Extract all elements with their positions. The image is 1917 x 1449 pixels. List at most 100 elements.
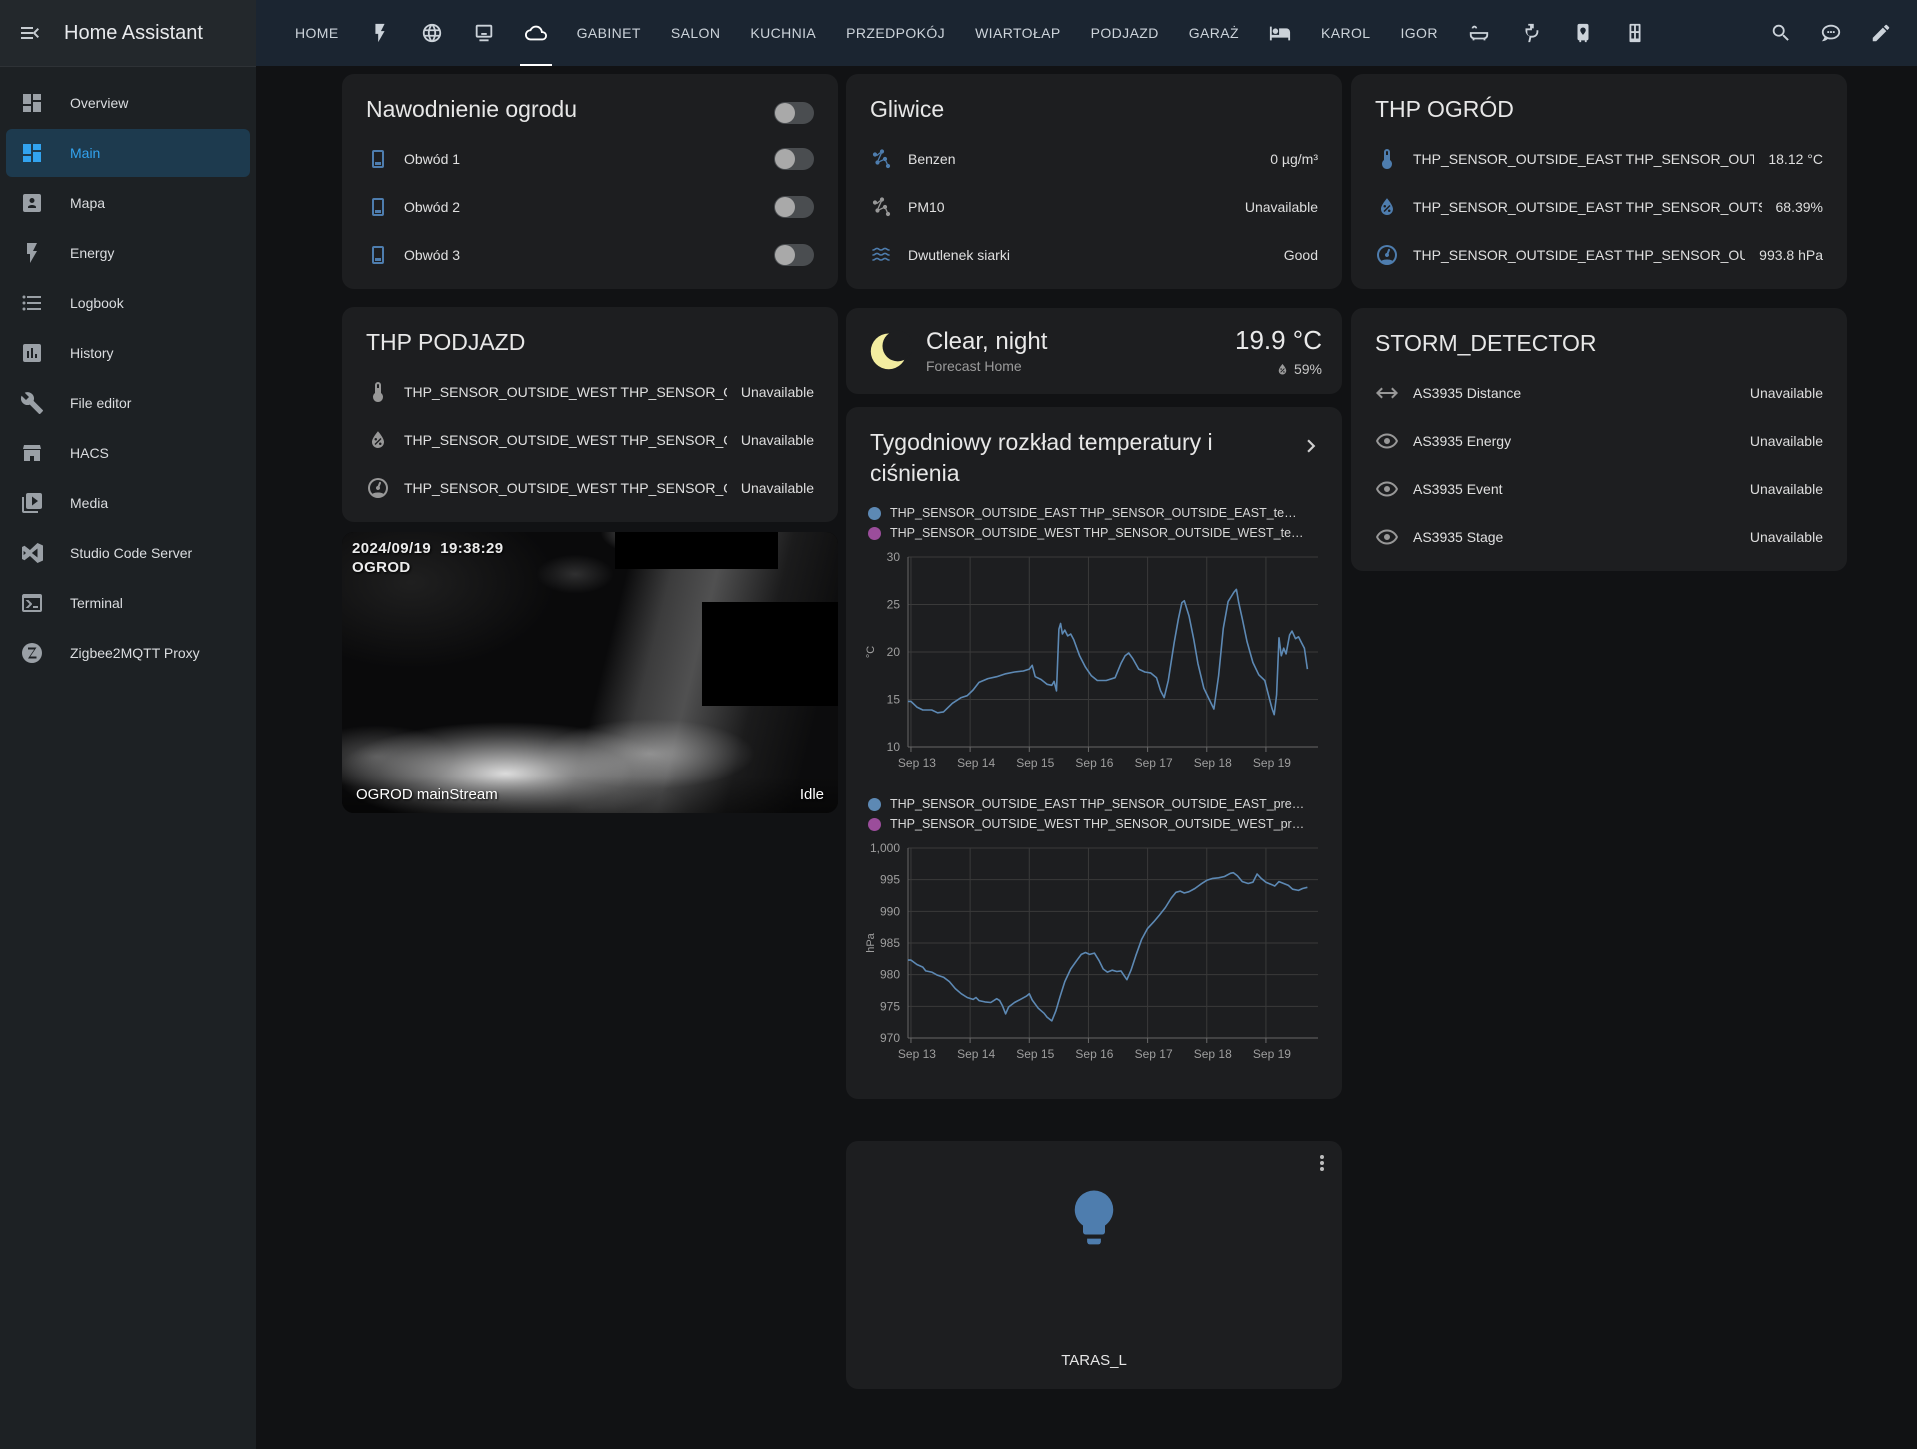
entity-row[interactable]: THP_SENSOR_OUTSIDE_EAST THP_SENSOR_OUTS……: [1367, 231, 1831, 279]
card-storm-detector: STORM_DETECTOR AS3935 DistanceUnavailabl…: [1351, 308, 1847, 571]
map-account-icon: [20, 191, 44, 215]
sidebar-item-energy[interactable]: Energy: [6, 229, 250, 277]
tab-przedpok-j[interactable]: PRZEDPOKÓJ: [831, 0, 960, 66]
toilet-icon: [1520, 22, 1542, 44]
sidebar-item-zigbee2mqtt-proxy[interactable]: Zigbee2MQTT Proxy: [6, 629, 250, 677]
tab-bed[interactable]: [1254, 0, 1306, 66]
moon-icon: [866, 328, 912, 374]
weather-temperature: 19.9 °C: [1235, 325, 1322, 356]
card-camera[interactable]: 2024/09/19 19:38:29 OGROD OGROD mainStre…: [342, 532, 838, 813]
svg-text:10: 10: [887, 740, 901, 754]
tab-gabinet[interactable]: GABINET: [562, 0, 656, 66]
arrow-left-right-icon: [1375, 381, 1399, 405]
logbook-icon: [20, 291, 44, 315]
chevron-right-icon[interactable]: [1298, 433, 1324, 459]
entity-row[interactable]: THP_SENSOR_OUTSIDE_EAST THP_SENSOR_OUTSI…: [1367, 135, 1831, 183]
legend-item[interactable]: THP_SENSOR_OUTSIDE_EAST THP_SENSOR_OUTSI…: [868, 794, 1320, 814]
entity-row[interactable]: THP_SENSOR_OUTSIDE_WEST THP_SENSOR_OU…Un…: [358, 416, 822, 464]
tab-kuchnia[interactable]: KUCHNIA: [735, 0, 831, 66]
weather-source: Forecast Home: [926, 358, 1235, 374]
assist-button[interactable]: [1811, 13, 1851, 53]
sidebar-item-main[interactable]: Main: [6, 129, 250, 177]
card-weather[interactable]: Clear, night Forecast Home 19.9 °C 59%: [846, 308, 1342, 394]
entity-row[interactable]: AS3935 DistanceUnavailable: [1367, 369, 1831, 417]
tab-label: WIARTOŁAP: [975, 25, 1061, 41]
tab-karol[interactable]: KAROL: [1306, 0, 1385, 66]
entity-row[interactable]: AS3935 EventUnavailable: [1367, 465, 1831, 513]
edit-button[interactable]: [1861, 13, 1901, 53]
sidebar-item-studio-code-server[interactable]: Studio Code Server: [6, 529, 250, 577]
sidebar-item-file-editor[interactable]: File editor: [6, 379, 250, 427]
search-button[interactable]: [1761, 13, 1801, 53]
tab-igor[interactable]: IGOR: [1385, 0, 1452, 66]
sidebar-item-logbook[interactable]: Logbook: [6, 279, 250, 327]
cloud-icon: [525, 22, 547, 44]
pressure-legend: THP_SENSOR_OUTSIDE_EAST THP_SENSOR_OUTSI…: [868, 794, 1320, 834]
tab-toilet[interactable]: [1505, 0, 1557, 66]
entity-state: 0 µg/m³: [1270, 151, 1318, 167]
sidebar-item-mapa[interactable]: Mapa: [6, 179, 250, 227]
tab-gara[interactable]: GARAŻ: [1174, 0, 1254, 66]
irrigation-master-toggle[interactable]: [774, 102, 814, 124]
sidebar-item-label: Main: [70, 145, 100, 161]
entity-row[interactable]: PM10Unavailable: [862, 183, 1326, 231]
lightbulb-icon[interactable]: [1061, 1185, 1127, 1251]
sidebar-header: Home Assistant: [0, 0, 256, 66]
legend-item[interactable]: THP_SENSOR_OUTSIDE_WEST THP_SENSOR_OUTSI…: [868, 523, 1320, 543]
tab-home[interactable]: HOME: [280, 0, 354, 66]
dots-vertical-icon[interactable]: [1310, 1151, 1334, 1175]
tab-fridge[interactable]: [1609, 0, 1661, 66]
entity-name: THP_SENSOR_OUTSIDE_EAST THP_SENSOR_OUTSI…: [1413, 199, 1762, 215]
entity-row[interactable]: Obwód 1: [358, 135, 822, 183]
toggle-switch[interactable]: [774, 196, 814, 218]
menu-open-icon[interactable]: [18, 21, 42, 45]
entity-row[interactable]: THP_SENSOR_OUTSIDE_WEST THP_SENSOR_OU…Un…: [358, 464, 822, 512]
pressure-chart: 9709759809859909951,000Sep 13Sep 14Sep 1…: [862, 838, 1326, 1073]
toggle-switch[interactable]: [774, 244, 814, 266]
tab-globe[interactable]: [406, 0, 458, 66]
legend-item[interactable]: THP_SENSOR_OUTSIDE_WEST THP_SENSOR_OUTSI…: [868, 814, 1320, 834]
tab-podjazd[interactable]: PODJAZD: [1076, 0, 1174, 66]
sidebar-item-label: Media: [70, 495, 108, 511]
toggle-switch[interactable]: [774, 148, 814, 170]
sidebar-item-history[interactable]: History: [6, 329, 250, 377]
entity-row[interactable]: Obwód 3: [358, 231, 822, 279]
entity-row[interactable]: THP_SENSOR_OUTSIDE_EAST THP_SENSOR_OUTSI…: [1367, 183, 1831, 231]
tab-water-heater[interactable]: [1557, 0, 1609, 66]
entity-state: 993.8 hPa: [1759, 247, 1823, 263]
sidebar-item-overview[interactable]: Overview: [6, 79, 250, 127]
sidebar-item-hacs[interactable]: HACS: [6, 429, 250, 477]
entity-row[interactable]: AS3935 EnergyUnavailable: [1367, 417, 1831, 465]
toggle-thumb: [775, 245, 795, 265]
tab-label: GABINET: [577, 25, 641, 41]
entity-row[interactable]: Dwutlenek siarkiGood: [862, 231, 1326, 279]
sidebar-item-terminal[interactable]: Terminal: [6, 579, 250, 627]
sidebar: Overview Main MapaEnergyLogbookHistoryFile…: [0, 66, 256, 1449]
legend-item[interactable]: THP_SENSOR_OUTSIDE_EAST THP_SENSOR_OUTSI…: [868, 503, 1320, 523]
card-light-taras: TARAS_L: [846, 1141, 1342, 1389]
entity-row[interactable]: AS3935 StageUnavailable: [1367, 513, 1831, 561]
tab-cloud[interactable]: [510, 0, 562, 66]
card-thp-ogrod: THP OGRÓD THP_SENSOR_OUTSIDE_EAST THP_SE…: [1351, 74, 1847, 289]
tab-flash[interactable]: [354, 0, 406, 66]
tab-wiarto-ap[interactable]: WIARTOŁAP: [960, 0, 1076, 66]
svg-text:Sep 17: Sep 17: [1135, 756, 1173, 770]
svg-text:Sep 18: Sep 18: [1194, 756, 1232, 770]
svg-text:Sep 19: Sep 19: [1253, 1047, 1291, 1061]
tab-computer[interactable]: [458, 0, 510, 66]
camera-location: OGROD: [352, 558, 503, 577]
entity-name: Benzen: [908, 151, 1256, 167]
entity-row[interactable]: THP_SENSOR_OUTSIDE_WEST THP_SENSOR_OU…Un…: [358, 368, 822, 416]
entity-name: Obwód 2: [404, 199, 760, 215]
svg-text:Sep 13: Sep 13: [898, 1047, 936, 1061]
header-actions: [1745, 0, 1917, 66]
sidebar-item-media[interactable]: Media: [6, 479, 250, 527]
card-history-chart: Tygodniowy rozkład temperatury i ciśnien…: [846, 407, 1342, 1099]
svg-text:Sep 16: Sep 16: [1075, 756, 1113, 770]
card-title: STORM_DETECTOR: [1375, 328, 1823, 359]
tab-bathtub[interactable]: [1453, 0, 1505, 66]
molecule-icon: [870, 147, 894, 171]
entity-row[interactable]: Benzen 0 µg/m³: [862, 135, 1326, 183]
entity-row[interactable]: Obwód 2: [358, 183, 822, 231]
tab-salon[interactable]: SALON: [656, 0, 735, 66]
